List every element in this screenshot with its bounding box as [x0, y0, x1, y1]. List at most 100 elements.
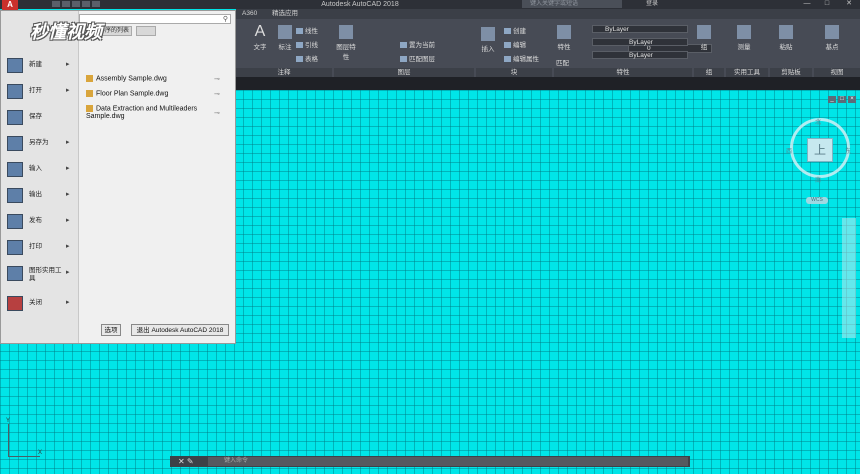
- drawing-utilities-icon: [7, 266, 23, 281]
- match-layer-button[interactable]: 匹配图层: [400, 53, 435, 63]
- recent-document[interactable]: Assembly Sample.dwg: [86, 75, 226, 83]
- recent-document-name: Data Extraction and Multileaders Sample.…: [86, 105, 198, 121]
- pin-icon[interactable]: ⊸: [214, 90, 220, 98]
- layer-properties-icon: [339, 25, 353, 39]
- recent-document[interactable]: Data Extraction and Multileaders Sample.…: [86, 105, 204, 121]
- leader-button[interactable]: 引线: [296, 39, 318, 49]
- menu-item-drawing-utilities[interactable]: 图形实用工具 ▸: [5, 263, 75, 289]
- quick-save-icon[interactable]: [72, 1, 80, 7]
- viewport-minimize-icon[interactable]: _: [828, 96, 836, 103]
- command-input[interactable]: 键入命令: [208, 457, 688, 466]
- paste-button[interactable]: 粘贴: [776, 25, 796, 51]
- panel-view[interactable]: 视图: [814, 68, 860, 77]
- menu-item-close[interactable]: 关闭 ▸: [5, 293, 75, 315]
- create-block-button[interactable]: 创建: [504, 25, 526, 35]
- table-button[interactable]: 表格: [296, 53, 318, 63]
- layer-properties-button[interactable]: 图层特性: [334, 25, 358, 61]
- linetype-dropdown[interactable]: ByLayer: [592, 38, 688, 46]
- open-icon: [7, 84, 23, 99]
- panel-properties[interactable]: 特性: [554, 68, 692, 77]
- paste-label: 粘贴: [779, 44, 793, 51]
- menu-item-new[interactable]: 新建 ▸: [5, 55, 75, 77]
- minimize-button[interactable]: —: [800, 0, 814, 8]
- group-button[interactable]: 组: [696, 25, 712, 51]
- exit-autocad-button[interactable]: 退出 Autodesk AutoCAD 2018: [131, 324, 229, 336]
- menu-item-export[interactable]: 输出 ▸: [5, 185, 75, 207]
- edit-block-label: 编辑: [513, 42, 526, 49]
- viewport-restore-icon[interactable]: □: [838, 96, 846, 103]
- base-point-button[interactable]: 基点: [822, 25, 842, 51]
- print-icon: [7, 240, 23, 255]
- panel-utilities[interactable]: 实用工具: [726, 68, 768, 77]
- quick-new-icon[interactable]: [52, 1, 60, 7]
- recent-document-name: Assembly Sample.dwg: [96, 75, 167, 83]
- recent-view-dropdown[interactable]: [136, 26, 156, 36]
- navigation-bar[interactable]: [842, 218, 856, 338]
- viewcube-east[interactable]: 东: [845, 146, 851, 155]
- properties-button[interactable]: 特性: [554, 25, 574, 51]
- pin-icon[interactable]: ⊸: [214, 75, 220, 83]
- quick-open-icon[interactable]: [62, 1, 70, 7]
- quick-undo-icon[interactable]: [82, 1, 90, 7]
- panel-annotation[interactable]: 注释: [236, 68, 332, 77]
- linear-button[interactable]: 线性: [296, 25, 318, 35]
- insert-button[interactable]: 插入: [478, 27, 498, 53]
- edit-attribute-button[interactable]: 编辑属性: [504, 53, 539, 63]
- set-current-button[interactable]: 置为当前: [400, 39, 435, 49]
- edit-block-button[interactable]: 编辑: [504, 39, 526, 49]
- recent-document[interactable]: Floor Plan Sample.dwg: [86, 90, 226, 98]
- submenu-arrow-icon: ▸: [66, 299, 70, 306]
- pin-icon[interactable]: ⊸: [214, 109, 220, 117]
- quick-redo-icon[interactable]: [92, 1, 100, 7]
- submenu-arrow-icon: ▸: [66, 61, 70, 68]
- viewcube-north[interactable]: 北: [815, 117, 821, 126]
- menu-item-label: 保存: [29, 113, 42, 120]
- options-button[interactable]: 选项: [101, 324, 121, 336]
- viewcube-west[interactable]: 西: [786, 146, 792, 155]
- lineweight-dropdown[interactable]: ByLayer: [592, 51, 688, 59]
- table-icon: [296, 56, 303, 63]
- measure-icon: [737, 25, 751, 39]
- text-button[interactable]: A 文字: [248, 24, 272, 52]
- create-block-icon: [504, 28, 511, 35]
- tab-featured-apps[interactable]: 精选应用: [272, 9, 298, 19]
- panel-layers[interactable]: 图层: [334, 68, 474, 77]
- viewport-close-icon[interactable]: ×: [848, 96, 856, 103]
- close-button[interactable]: ✕: [842, 0, 856, 8]
- menu-item-open[interactable]: 打开 ▸: [5, 81, 75, 103]
- maximize-button[interactable]: □: [820, 0, 834, 8]
- viewcube-south[interactable]: 南: [815, 175, 821, 184]
- application-button[interactable]: A: [2, 0, 18, 10]
- menu-item-save-as[interactable]: 另存为 ▸: [5, 133, 75, 155]
- viewcube-face[interactable]: 上: [807, 138, 833, 162]
- match-properties-button[interactable]: 匹配: [556, 57, 569, 67]
- submenu-arrow-icon: ▸: [66, 269, 70, 276]
- paste-icon: [779, 25, 793, 39]
- menu-item-label: 输出: [29, 191, 42, 198]
- measure-button[interactable]: 测量: [734, 25, 754, 51]
- ucs-icon: Y X: [4, 418, 44, 460]
- properties-label: 特性: [557, 44, 571, 51]
- login-button[interactable]: 登录: [646, 0, 706, 8]
- menu-item-label: 另存为: [29, 139, 49, 146]
- table-label: 表格: [305, 56, 318, 63]
- menu-item-publish[interactable]: 发布 ▸: [5, 211, 75, 233]
- ucs-x-axis: [8, 456, 40, 457]
- panel-block[interactable]: 块: [476, 68, 552, 77]
- tab-a360[interactable]: A360: [242, 9, 257, 19]
- file-tabs-strip: [236, 77, 860, 90]
- dwg-file-icon: [86, 105, 93, 112]
- menu-item-import[interactable]: 输入 ▸: [5, 159, 75, 181]
- menu-item-label: 关闭: [29, 299, 42, 306]
- command-close-icon[interactable]: ✕ ✎: [178, 456, 194, 467]
- help-search-input[interactable]: 键入关键字或短语: [522, 0, 622, 8]
- panel-clipboard[interactable]: 剪贴板: [770, 68, 812, 77]
- quick-access-toolbar[interactable]: [52, 1, 124, 8]
- wcs-menu[interactable]: WCS: [806, 197, 828, 204]
- color-dropdown[interactable]: ByLayer: [592, 25, 688, 33]
- menu-item-print[interactable]: 打印 ▸: [5, 237, 75, 259]
- menu-item-save[interactable]: 保存: [5, 107, 75, 129]
- panel-groups[interactable]: 组: [694, 68, 724, 77]
- layer-properties-label: 图层特性: [336, 44, 356, 61]
- dimension-button[interactable]: 标注: [274, 25, 296, 51]
